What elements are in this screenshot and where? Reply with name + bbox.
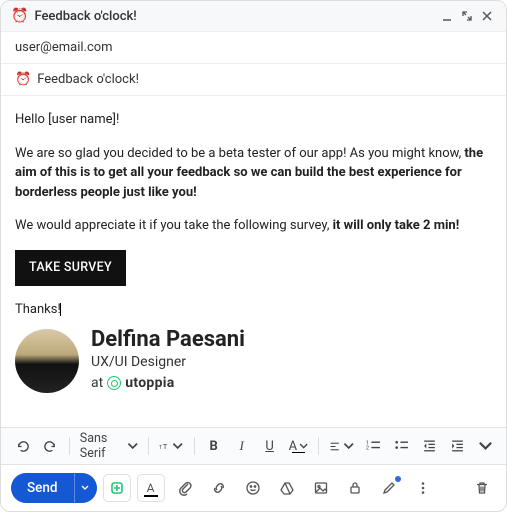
- signature: Delfina Paesani UX/UI Designer at utoppi…: [15, 328, 492, 394]
- formatting-toolbar: Sans Serif TT B I U A 12: [1, 427, 506, 465]
- signature-role: UX/UI Designer: [91, 352, 245, 373]
- close-icon[interactable]: [478, 7, 496, 25]
- align-button[interactable]: [325, 433, 358, 459]
- link-button[interactable]: [205, 474, 233, 502]
- send-button-group: Send: [11, 473, 97, 503]
- chevron-down-icon: [127, 439, 138, 454]
- to-field[interactable]: user@email.com: [1, 32, 506, 64]
- paragraph-1: We are so glad you decided to be a beta …: [15, 144, 492, 203]
- subject-value: Feedback o'clock!: [37, 72, 139, 87]
- signature-company: utoppia: [125, 373, 174, 394]
- redo-button[interactable]: [37, 433, 63, 459]
- bold-button[interactable]: B: [201, 433, 227, 459]
- thanks-text: Thanks!: [15, 300, 492, 320]
- title-emoji: ⏰: [11, 8, 28, 24]
- bottom-bar: Send A: [1, 465, 506, 511]
- expand-icon[interactable]: [458, 7, 476, 25]
- send-button[interactable]: Send: [11, 473, 74, 503]
- chevron-down-icon: [172, 439, 183, 454]
- take-survey-button[interactable]: TAKE SURVEY: [15, 250, 126, 287]
- avatar: [15, 329, 79, 393]
- text-color-button-bottom[interactable]: A: [137, 474, 165, 502]
- message-body[interactable]: Hello [user name]! We are so glad you de…: [1, 96, 506, 427]
- paragraph-2: We would appreciate it if you take the f…: [15, 216, 492, 236]
- text-caret: [60, 303, 61, 316]
- attach-button[interactable]: [171, 474, 199, 502]
- font-size-select[interactable]: TT: [155, 433, 188, 459]
- pen-button[interactable]: [375, 474, 403, 502]
- italic-button[interactable]: I: [229, 433, 255, 459]
- subject-emoji: ⏰: [15, 72, 31, 87]
- send-options-button[interactable]: [74, 473, 97, 503]
- chevron-down-icon: [81, 484, 89, 492]
- font-family-select[interactable]: Sans Serif: [76, 433, 142, 459]
- numbered-list-button[interactable]: 12: [360, 433, 386, 459]
- chevron-down-icon: [343, 439, 354, 454]
- text-color-button[interactable]: A: [285, 433, 313, 459]
- toolbar-separator: [194, 437, 195, 455]
- greeting: Hello [user name]!: [15, 110, 492, 130]
- svg-text:T: T: [163, 442, 168, 451]
- image-button[interactable]: [307, 474, 335, 502]
- outdent-button[interactable]: [416, 433, 442, 459]
- more-format-button[interactable]: [472, 433, 498, 459]
- underline-button[interactable]: U: [257, 433, 283, 459]
- indent-button[interactable]: [444, 433, 470, 459]
- compose-window: ⏰ Feedback o'clock! user@email.com ⏰ Fee…: [0, 0, 507, 512]
- to-value: user@email.com: [15, 40, 113, 55]
- toolbar-separator: [148, 437, 149, 455]
- company-logo-icon: [107, 376, 121, 390]
- svg-text:2: 2: [366, 445, 369, 451]
- color-underline: [292, 452, 306, 454]
- titlebar: ⏰ Feedback o'clock!: [1, 1, 506, 32]
- bullet-list-button[interactable]: [388, 433, 414, 459]
- trash-button[interactable]: [468, 474, 496, 502]
- emoji-button[interactable]: [239, 474, 267, 502]
- svg-text:T: T: [159, 445, 162, 451]
- lock-button[interactable]: [341, 474, 369, 502]
- window-title: Feedback o'clock!: [34, 9, 436, 24]
- signature-info: Delfina Paesani UX/UI Designer at utoppi…: [91, 328, 245, 394]
- toolbar-separator: [318, 437, 319, 455]
- signature-name: Delfina Paesani: [91, 328, 245, 352]
- toolbar-separator: [69, 437, 70, 455]
- more-options-button[interactable]: [409, 474, 437, 502]
- minimize-icon[interactable]: [438, 7, 456, 25]
- signature-company-line: at utoppia: [91, 373, 245, 394]
- addon-button[interactable]: [103, 474, 131, 502]
- drive-button[interactable]: [273, 474, 301, 502]
- subject-field[interactable]: ⏰ Feedback o'clock!: [1, 64, 506, 96]
- undo-button[interactable]: [9, 433, 35, 459]
